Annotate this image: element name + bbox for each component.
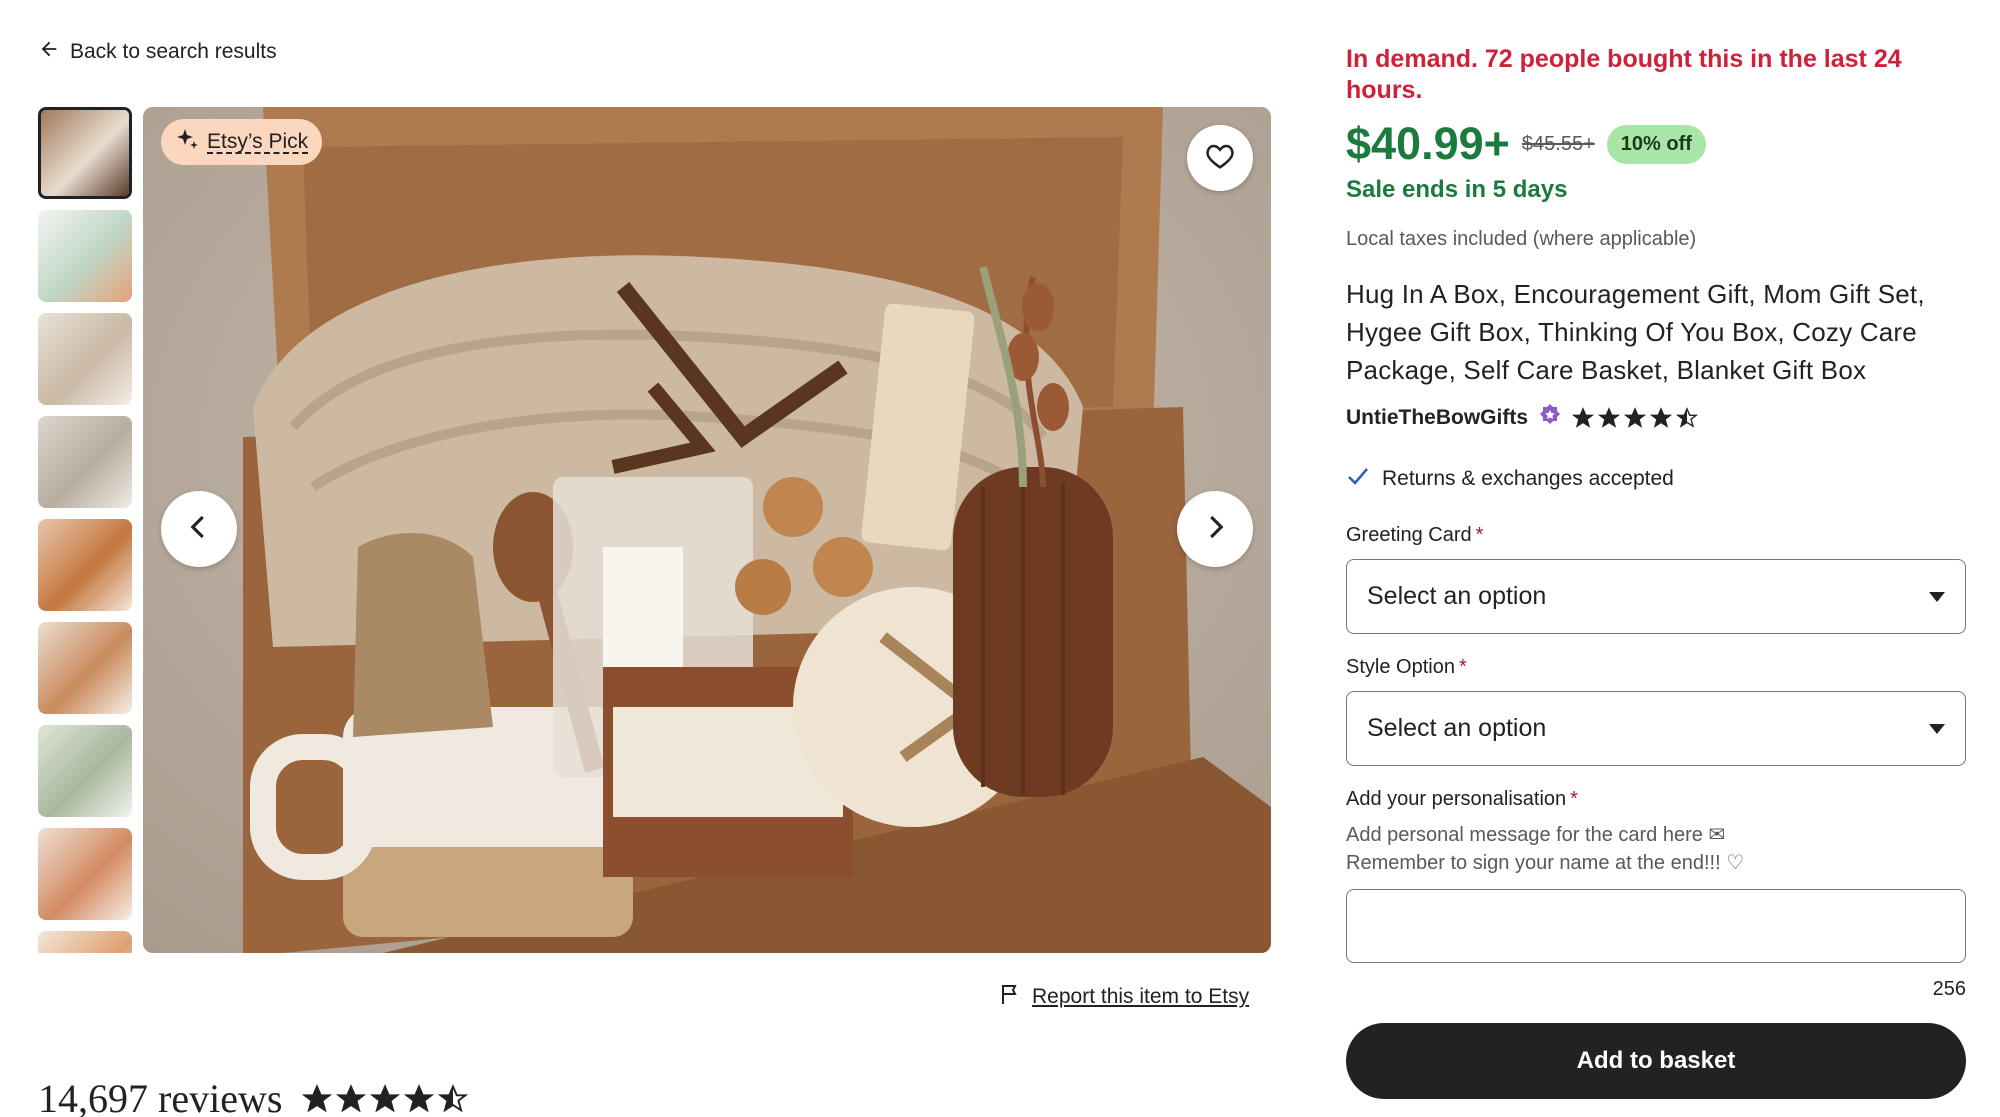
star-icon [1650,406,1672,428]
caret-down-icon [1929,591,1945,602]
original-price: $45.55+ [1521,132,1595,155]
personalisation-textarea[interactable] [1346,889,1966,963]
chevron-left-icon [184,512,214,547]
thumbnail-image [41,110,129,196]
price-row: $40.99+ $45.55+ 10% off [1346,118,1966,170]
thumbnail-image [38,828,132,920]
back-to-search-label: Back to search results [70,40,277,63]
report-item-label: Report this item to Etsy [1032,985,1250,1008]
sale-ends-text: Sale ends in 5 days [1346,176,1568,203]
report-item-link[interactable]: Report this item to Etsy [998,982,1249,1012]
chevron-right-icon [1200,512,1230,547]
style-option-selected-value: Select an option [1367,714,1547,742]
previous-image-button[interactable] [161,491,237,567]
thumbnail-image [38,313,132,405]
star-icon [1572,406,1594,428]
thumbnail-image [38,416,132,508]
listing-info-panel: In demand. 72 people bought this in the … [1346,44,1966,1099]
reviews-count: 14,697 reviews [38,1076,283,1117]
personalisation-label: Add your personalisation * [1346,788,1966,811]
next-image-button[interactable] [1177,491,1253,567]
greeting-card-select[interactable]: Select an option [1346,559,1966,634]
heart-icon [1205,141,1235,176]
reviews-rating-stars [302,1083,469,1114]
taxes-note: Local taxes included (where applicable) [1346,228,1697,250]
star-icon [438,1083,469,1112]
caret-down-icon [1929,723,1945,734]
thumbnail-image [38,725,132,817]
personalisation-hint: Add personal message for the card here ✉… [1346,821,1966,877]
style-option-label-text: Style Option [1346,656,1455,678]
thumbnail-item[interactable] [38,107,132,199]
returns-label: Returns & exchanges accepted [1382,467,1674,490]
reviews-summary: 14,697 reviews [38,1075,469,1117]
thumbnail-item[interactable] [38,725,132,817]
demand-notice: In demand. 72 people bought this in the … [1346,45,1902,104]
thumbnail-item[interactable] [38,622,132,714]
star-icon [370,1083,401,1112]
add-to-basket-button[interactable]: Add to basket [1346,1023,1966,1099]
required-marker: * [1570,788,1578,810]
star-icon [302,1083,333,1112]
thumbnail-strip[interactable] [38,107,134,953]
thumbnail-item[interactable] [38,313,132,405]
thumbnail-item[interactable] [38,828,132,920]
etsys-pick-badge[interactable]: Etsy’s Pick [161,119,323,165]
star-icon [1676,406,1698,428]
thumbnail-image [38,519,132,611]
discount-badge: 10% off [1606,124,1706,164]
flag-icon [998,982,1022,1012]
star-icon [1624,406,1646,428]
sparkle-icon [175,127,199,157]
style-option-select[interactable]: Select an option [1346,691,1966,766]
favorite-button[interactable] [1187,125,1253,191]
star-seller-badge-icon [1538,403,1562,432]
shop-row: UntieTheBowGifts [1346,403,1966,432]
shop-rating-stars [1572,406,1698,429]
star-icon [404,1083,435,1112]
thumbnail-image [38,210,132,302]
personalisation-hint-line-2: Remember to sign your name at the end!!!… [1346,852,1745,874]
main-product-image[interactable]: Etsy’s Pick [143,107,1271,953]
thumbnail-image [38,622,132,714]
personalisation-char-count: 256 [1932,978,1966,1000]
thumbnail-item[interactable] [38,931,132,953]
arrow-left-icon [38,38,60,66]
greeting-card-label-text: Greeting Card [1346,524,1472,546]
star-icon [336,1083,367,1112]
thumbnail-item[interactable] [38,210,132,302]
personalisation-hint-line-1: Add personal message for the card here ✉ [1346,824,1726,846]
shop-name-link[interactable]: UntieTheBowGifts [1346,406,1528,430]
greeting-card-label: Greeting Card * [1346,524,1966,547]
thumbnail-item[interactable] [38,519,132,611]
required-marker: * [1458,656,1467,678]
etsys-pick-label: Etsy’s Pick [207,130,309,153]
greeting-card-selected-value: Select an option [1367,582,1547,610]
thumbnail-item[interactable] [38,416,132,508]
checkmark-icon [1346,464,1370,494]
style-option-label: Style Option * [1346,656,1966,679]
thumbnail-image [38,931,132,953]
returns-info: Returns & exchanges accepted [1346,464,1966,494]
product-title: Hug In A Box, Encouragement Gift, Mom Gi… [1346,279,1925,385]
back-to-search-link[interactable]: Back to search results [38,38,277,66]
current-price: $40.99+ [1346,118,1510,169]
required-marker: * [1475,524,1484,546]
product-photo [143,107,1271,953]
star-icon [1598,406,1620,428]
personalisation-label-text: Add your personalisation [1346,788,1567,810]
